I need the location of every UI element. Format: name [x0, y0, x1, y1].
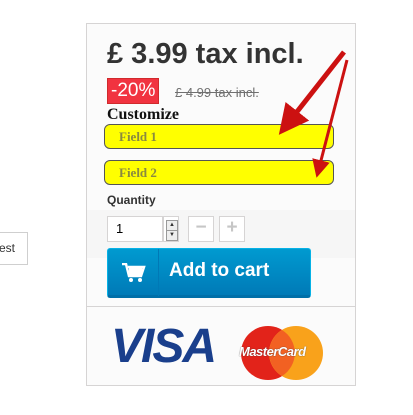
visa-logo: VISA	[111, 320, 217, 373]
customize-heading: Customize	[107, 106, 179, 123]
quantity-spinner[interactable]: ▲ ▼	[163, 216, 179, 242]
quantity-input[interactable]: 1	[107, 216, 163, 242]
quantity-minus-button[interactable]: −	[188, 216, 214, 242]
customization-field-2[interactable]: Field 2	[104, 160, 334, 185]
mastercard-label: MasterCard	[239, 344, 306, 359]
customization-field-1[interactable]: Field 1	[104, 124, 334, 149]
quantity-plus-button[interactable]: +	[219, 216, 245, 242]
old-price: £ 4.99 tax incl.	[175, 85, 259, 100]
discount-badge: -20%	[107, 78, 160, 104]
quantity-label: Quantity	[107, 193, 156, 207]
partial-side-button[interactable]: est	[0, 232, 28, 265]
cart-icon-cell	[108, 249, 159, 296]
product-price: £ 3.99 tax incl.	[107, 38, 304, 70]
add-to-cart-button[interactable]: Add to cart	[107, 248, 311, 298]
cart-icon	[122, 263, 146, 282]
spinner-down-icon[interactable]: ▼	[166, 230, 178, 241]
add-to-cart-label: Add to cart	[169, 260, 270, 281]
product-box: £ 3.99 tax incl. -20% £ 4.99 tax incl. C…	[86, 23, 356, 386]
divider	[87, 306, 355, 307]
side-button-label: est	[0, 241, 16, 255]
